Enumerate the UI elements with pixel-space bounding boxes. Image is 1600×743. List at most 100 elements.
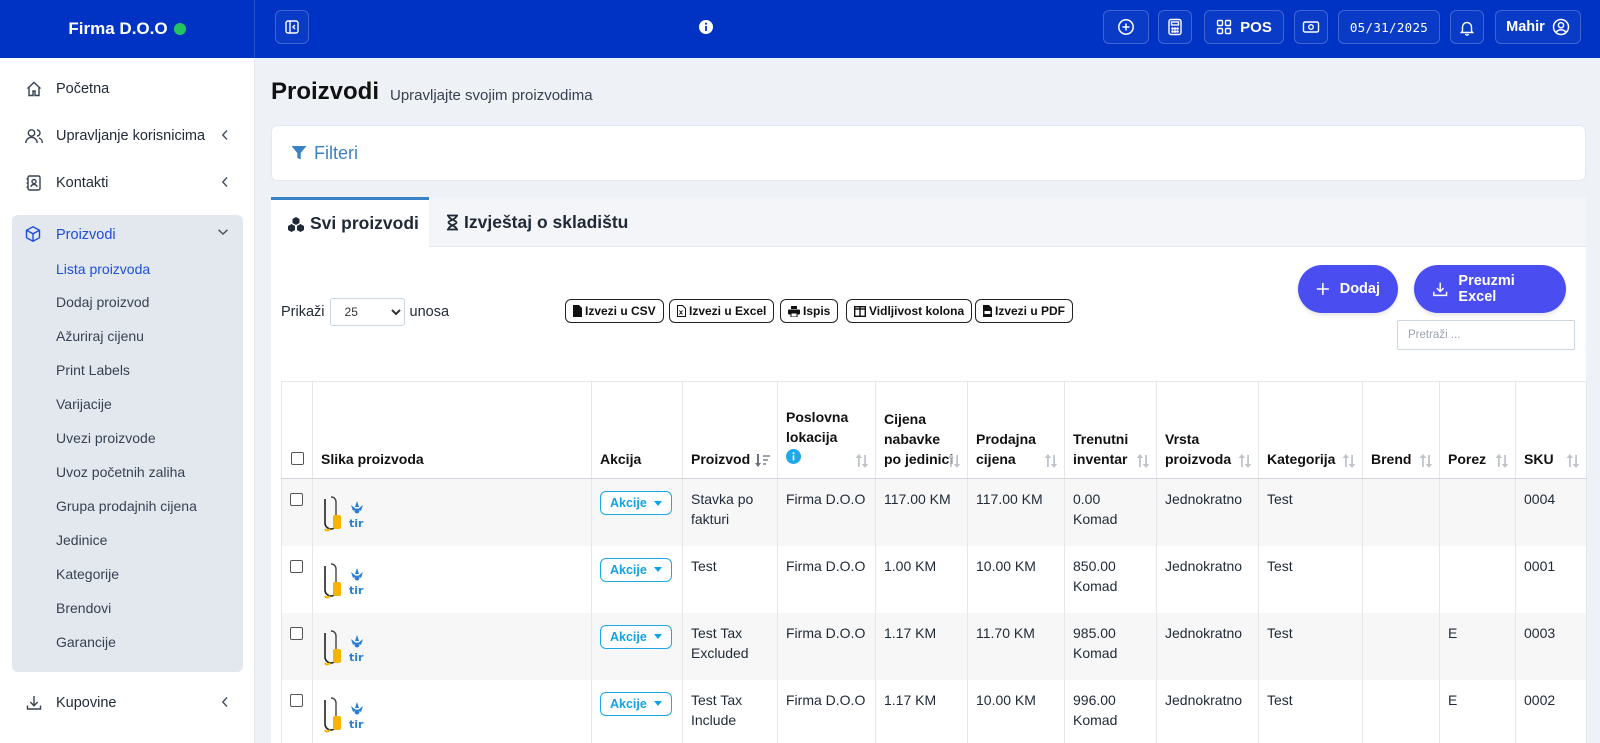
sidebar-subitem-import-opening-stock[interactable]: Uvoz početnih zaliha <box>56 464 185 480</box>
column-header-selling-price[interactable]: Prodajna cijena <box>967 381 1065 479</box>
column-visibility-button[interactable]: Vidljivost kolona <box>846 299 973 323</box>
sidebar-subitem-import-products[interactable]: Uvezi proizvode <box>56 430 156 446</box>
cell-category: Test <box>1258 545 1363 613</box>
toggle-sidebar-button[interactable] <box>275 10 309 44</box>
cell-brand <box>1362 545 1440 613</box>
download-excel-button[interactable]: Preuzmi Excel <box>1414 265 1566 313</box>
plus-circle-icon <box>1118 19 1134 35</box>
page-length-select[interactable]: 25 <box>329 298 405 326</box>
sidebar-item-users[interactable]: Upravljanje korisnicima <box>12 116 243 156</box>
sidebar-subitem-variations[interactable]: Varijacije <box>56 396 112 412</box>
info-icon[interactable] <box>698 19 714 35</box>
column-header-brand[interactable]: Brend <box>1362 381 1440 479</box>
page-subtitle: Upravljajte svojim proizvodima <box>390 87 593 104</box>
sidebar-subitem-product-list[interactable]: Lista proizvoda <box>56 261 150 277</box>
column-header-tax[interactable]: Porez <box>1439 381 1516 479</box>
table-row: tir Akcije Test Tax Excluded Firma D.O.O 1.1… <box>281 612 1587 680</box>
tab-stock-report[interactable]: Izvještaj o skladištu <box>446 197 628 247</box>
download-icon <box>24 693 44 713</box>
chevron-left-icon <box>221 129 228 141</box>
sort-icon <box>1342 454 1356 468</box>
svg-text:tir: tir <box>349 651 364 664</box>
actions-dropdown-button[interactable]: Akcije <box>600 691 672 716</box>
export-excel-label: Izvezi u Excel <box>689 304 767 318</box>
top-bar: Firma D.O.O POS 05/31/2025 Mahir <box>0 0 1600 58</box>
column-header-current-stock[interactable]: Trenutni inventar <box>1064 381 1157 479</box>
info-circle-icon <box>786 449 801 464</box>
print-label: Ispis <box>803 304 831 318</box>
export-csv-button[interactable]: Izvezi u CSV <box>565 299 664 323</box>
sidebar-item-contacts[interactable]: Kontakti <box>12 163 243 203</box>
row-checkbox[interactable] <box>290 493 303 506</box>
sidebar-subitem-brands[interactable]: Brendovi <box>56 600 111 616</box>
product-image-cell: tir <box>312 679 592 743</box>
user-menu-button[interactable]: Mahir <box>1495 10 1581 44</box>
sidebar-group-products: Proizvodi Lista proizvoda Dodaj proizvod… <box>12 215 243 672</box>
sidebar-subitem-units[interactable]: Jedinice <box>56 532 107 548</box>
select-all-checkbox[interactable] <box>291 452 304 465</box>
row-checkbox[interactable] <box>290 559 303 573</box>
sidebar-subitem-warranties[interactable]: Garancije <box>56 634 116 650</box>
action-cell: Akcije <box>591 612 683 680</box>
plus-icon <box>1316 282 1329 296</box>
cell-location: Firma D.O.O <box>777 612 876 680</box>
sidebar-item-purchases[interactable]: Kupovine <box>12 683 243 723</box>
column-header-location[interactable]: Poslovna lokacija <box>777 381 876 479</box>
filters-toggle[interactable]: Filteri <box>271 125 1586 181</box>
column-header-purchase-price[interactable]: Cijena nabavke po jedinici <box>875 381 968 479</box>
cash-register-button[interactable] <box>1294 10 1328 44</box>
cell-purchase: 1.17 KM <box>875 612 968 680</box>
actions-dropdown-button[interactable]: Akcije <box>600 624 672 649</box>
sort-icon <box>1136 454 1150 468</box>
table-row: tir Akcije Test Tax Include Firma D.O.O 1.17… <box>281 679 1587 743</box>
cell-type: Jednokratno <box>1156 478 1259 546</box>
column-header-action: Akcija <box>591 381 683 479</box>
cell-purchase: 1.17 KM <box>875 679 968 743</box>
column-header-product[interactable]: Proizvod <box>682 381 778 479</box>
actions-label: Akcije <box>610 562 647 577</box>
file-pdf-icon <box>983 305 992 317</box>
cell-category: Test <box>1258 478 1363 546</box>
sidebar-item-label: Proizvodi <box>56 227 116 243</box>
user-circle-icon <box>1552 18 1570 36</box>
entries-label: unosa <box>409 304 450 320</box>
export-excel-button[interactable]: Izvezi u Excel <box>669 299 775 323</box>
notifications-button[interactable] <box>1450 10 1484 44</box>
actions-dropdown-button[interactable]: Akcije <box>600 557 672 582</box>
date-display: 05/31/2025 <box>1338 10 1440 44</box>
actions-dropdown-button[interactable]: Akcije <box>600 491 672 515</box>
tab-all-products[interactable]: Svi proizvodi <box>271 197 429 247</box>
search-input[interactable]: Pretraži ... <box>1397 320 1575 350</box>
sidebar-subitem-print-labels[interactable]: Print Labels <box>56 362 130 378</box>
product-image: tir <box>324 496 364 532</box>
sidebar-item-products[interactable]: Proizvodi <box>12 215 243 255</box>
sidebar-subitem-categories[interactable]: Kategorije <box>56 566 119 582</box>
column-header-category[interactable]: Kategorija <box>1258 381 1363 479</box>
sidebar-item-home[interactable]: Početna <box>12 69 243 109</box>
calculator-button[interactable] <box>1158 10 1192 44</box>
sidebar-subitem-update-price[interactable]: Ažuriraj cijenu <box>56 328 144 344</box>
header-label: Slika proizvoda <box>321 451 424 467</box>
brand[interactable]: Firma D.O.O <box>0 0 255 58</box>
cell-tax: E <box>1439 612 1516 680</box>
cell-category: Test <box>1258 612 1363 680</box>
filter-icon <box>291 146 307 160</box>
column-header-sku[interactable]: SKU <box>1515 381 1587 479</box>
add-shortcut-button[interactable] <box>1103 10 1149 44</box>
table-row: tir Akcije Test Firma D.O.O 1.00 KM 10.00 KM 8… <box>281 545 1587 613</box>
column-header-product-type[interactable]: Vrsta proizvoda <box>1156 381 1259 479</box>
cell-selling: 117.00 KM <box>967 478 1065 546</box>
products-table: Slika proizvoda Akcija Proizvod Poslovna… <box>281 381 1587 743</box>
sidebar-subitem-selling-price-group[interactable]: Grupa prodajnih cijena <box>56 498 197 514</box>
print-button[interactable]: Ispis <box>780 299 839 323</box>
row-checkbox[interactable] <box>290 693 303 707</box>
header-label: Poslovna lokacija <box>786 409 849 445</box>
header-label: Akcija <box>600 451 642 467</box>
row-checkbox[interactable] <box>290 626 303 640</box>
sidebar-subitem-add-product[interactable]: Dodaj proizvod <box>56 294 149 310</box>
cell-product: Test Tax Include <box>682 679 778 743</box>
sort-desc-icon <box>755 454 770 467</box>
export-pdf-button[interactable]: Izvezi u PDF <box>975 299 1074 323</box>
pos-button[interactable]: POS <box>1204 10 1284 44</box>
add-product-button[interactable]: Dodaj <box>1298 265 1398 313</box>
